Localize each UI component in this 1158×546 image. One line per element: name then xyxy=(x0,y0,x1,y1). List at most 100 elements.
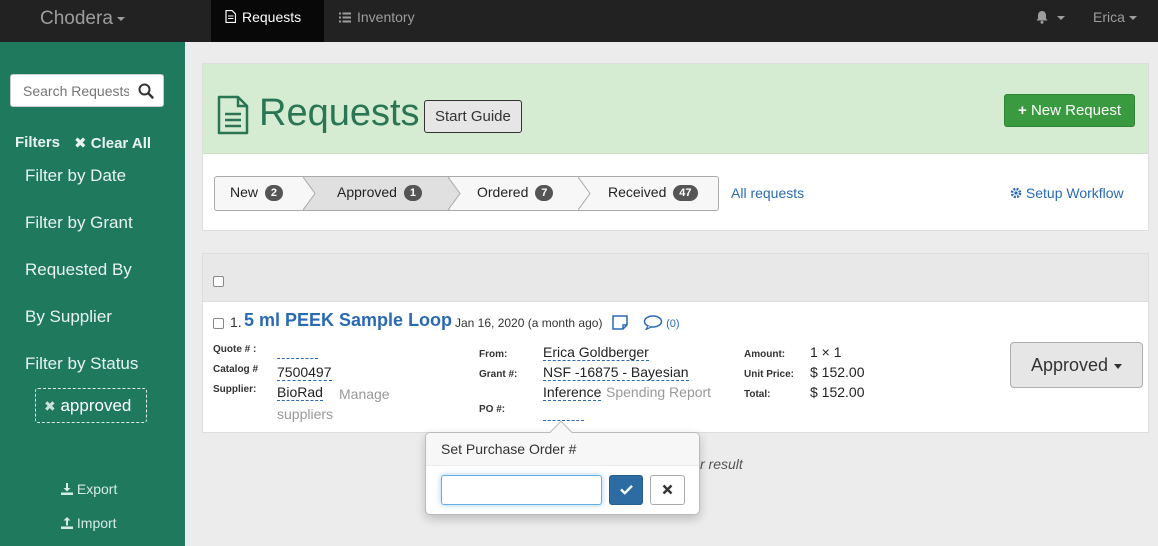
requests-header-panel: Requests Start Guide + New Request New 2… xyxy=(202,63,1149,231)
amount-label: Amount: xyxy=(744,349,786,360)
po-number-input[interactable] xyxy=(441,475,602,505)
filter-by-grant[interactable]: Filter by Grant xyxy=(25,213,133,233)
grant-value-line2[interactable]: Inference xyxy=(543,384,602,401)
notifications-dropdown[interactable] xyxy=(1035,0,1065,42)
bell-icon xyxy=(1035,9,1053,25)
request-number: 1. xyxy=(230,314,242,330)
import-link[interactable]: Import xyxy=(61,515,117,531)
list-header xyxy=(203,254,1148,302)
supplier-label: Supplier: xyxy=(213,384,257,395)
catalog-label: Catalog # xyxy=(213,364,259,375)
plus-icon: + xyxy=(1018,102,1027,119)
grant-label: Grant #: xyxy=(479,369,518,380)
remove-filter-icon[interactable]: ✖ xyxy=(44,398,56,414)
export-label: Export xyxy=(76,481,118,497)
total-value: $ 152.00 xyxy=(810,384,865,400)
status-filter-tag[interactable]: ✖ approved xyxy=(35,388,147,423)
document-icon xyxy=(217,95,249,135)
filter-by-supplier[interactable]: By Supplier xyxy=(25,307,112,327)
from-label: From: xyxy=(479,349,508,360)
request-date: Jan 16, 2020 (a month ago) xyxy=(455,316,603,330)
row-checkbox[interactable] xyxy=(213,318,224,329)
pipeline-step-new[interactable]: New 2 xyxy=(215,177,305,210)
from-value[interactable]: Erica Goldberger xyxy=(543,344,649,361)
brand-dropdown[interactable]: Chodera xyxy=(40,8,125,30)
grant-value[interactable]: NSF -16875 - Bayesian xyxy=(543,364,689,381)
quote-value-field[interactable] xyxy=(277,358,318,359)
chevron-separator xyxy=(303,177,323,210)
comment-icon xyxy=(643,315,666,331)
cancel-button[interactable] xyxy=(650,475,685,505)
search-icon[interactable] xyxy=(137,82,155,100)
count-badge: 7 xyxy=(535,185,554,201)
amount-value: 1 × 1 xyxy=(810,344,842,360)
clear-all-label: Clear All xyxy=(90,135,152,152)
close-icon xyxy=(662,481,673,498)
clear-all-button[interactable]: ✖ Clear All xyxy=(74,134,151,152)
all-requests-link[interactable]: All requests xyxy=(731,185,804,201)
chevron-down-icon xyxy=(1114,363,1123,369)
start-guide-button[interactable]: Start Guide xyxy=(424,100,522,133)
filters-heading: Filters xyxy=(15,134,61,151)
close-icon: ✖ xyxy=(74,135,87,152)
chevron-separator xyxy=(578,177,591,210)
po-label: PO #: xyxy=(479,404,506,415)
status-filter-label: approved xyxy=(60,396,132,415)
status-button-label: Approved xyxy=(1030,355,1109,375)
new-request-button[interactable]: + New Request xyxy=(1004,94,1135,127)
catalog-value[interactable]: 7500497 xyxy=(277,364,332,381)
comments-link[interactable]: (0) xyxy=(643,315,680,331)
pipeline-step-approved[interactable]: Approved 1 xyxy=(305,177,450,210)
import-label: Import xyxy=(76,515,117,531)
chevron-down-icon xyxy=(1056,16,1065,21)
popover-title: Set Purchase Order # xyxy=(426,433,699,466)
check-icon xyxy=(619,481,633,498)
note-icon[interactable] xyxy=(612,315,628,333)
requests-list-panel: 1. 5 ml PEEK Sample Loop Jan 16, 2020 (a… xyxy=(202,253,1149,433)
unit-price-value: $ 152.00 xyxy=(810,364,865,380)
unit-price-label: Unit Price: xyxy=(744,369,795,380)
count-badge: 47 xyxy=(673,185,698,201)
tab-inventory[interactable]: Inventory xyxy=(325,0,429,42)
export-link[interactable]: Export xyxy=(61,481,117,497)
result-text: r result xyxy=(700,456,743,472)
total-label: Total: xyxy=(744,389,771,400)
pipeline-step-received[interactable]: Received 47 xyxy=(580,177,718,210)
spending-report-link[interactable]: Spending Report xyxy=(606,384,711,400)
filter-by-date[interactable]: Filter by Date xyxy=(25,166,126,186)
comment-count: (0) xyxy=(666,318,680,330)
search-box xyxy=(10,74,164,107)
tab-inventory-label: Inventory xyxy=(357,9,415,25)
setup-workflow-label: Setup Workflow xyxy=(1025,185,1124,201)
manage-suppliers-link[interactable]: Manage suppliers xyxy=(277,384,427,424)
gear-icon xyxy=(1010,185,1026,201)
request-title-link[interactable]: 5 ml PEEK Sample Loop xyxy=(244,310,452,331)
tab-requests[interactable]: Requests xyxy=(211,0,324,42)
pipeline-step-ordered[interactable]: Ordered 7 xyxy=(450,177,580,210)
sidebar: Filters ✖ Clear All Filter by Date Filte… xyxy=(0,42,185,546)
step-label: Approved xyxy=(337,184,397,200)
chevron-separator xyxy=(448,177,461,210)
purchase-order-popover: Set Purchase Order # xyxy=(425,420,700,515)
step-label: Ordered xyxy=(477,184,529,200)
setup-workflow-link[interactable]: Setup Workflow xyxy=(1010,185,1124,201)
filter-requested-by[interactable]: Requested By xyxy=(25,260,132,280)
search-input[interactable] xyxy=(11,75,129,106)
new-request-label: New Request xyxy=(1030,102,1121,119)
chevron-down-icon xyxy=(116,16,125,21)
confirm-button[interactable] xyxy=(609,475,643,505)
document-icon xyxy=(225,0,237,35)
status-dropdown-button[interactable]: Approved xyxy=(1010,342,1143,388)
filter-by-status[interactable]: Filter by Status xyxy=(25,354,138,374)
po-value-field[interactable] xyxy=(543,420,584,421)
user-name: Erica xyxy=(1093,9,1125,25)
download-icon xyxy=(61,481,77,497)
select-all-checkbox[interactable] xyxy=(213,276,224,287)
list-icon xyxy=(339,0,351,35)
workflow-pipeline: New 2 Approved 1 Ordered 7 Received 47 xyxy=(214,176,719,211)
chevron-down-icon xyxy=(1128,16,1137,21)
header-banner: Requests Start Guide + New Request xyxy=(203,64,1148,154)
step-label: New xyxy=(230,184,259,200)
page-title: Requests xyxy=(259,92,420,134)
user-dropdown[interactable]: Erica xyxy=(1093,0,1137,42)
